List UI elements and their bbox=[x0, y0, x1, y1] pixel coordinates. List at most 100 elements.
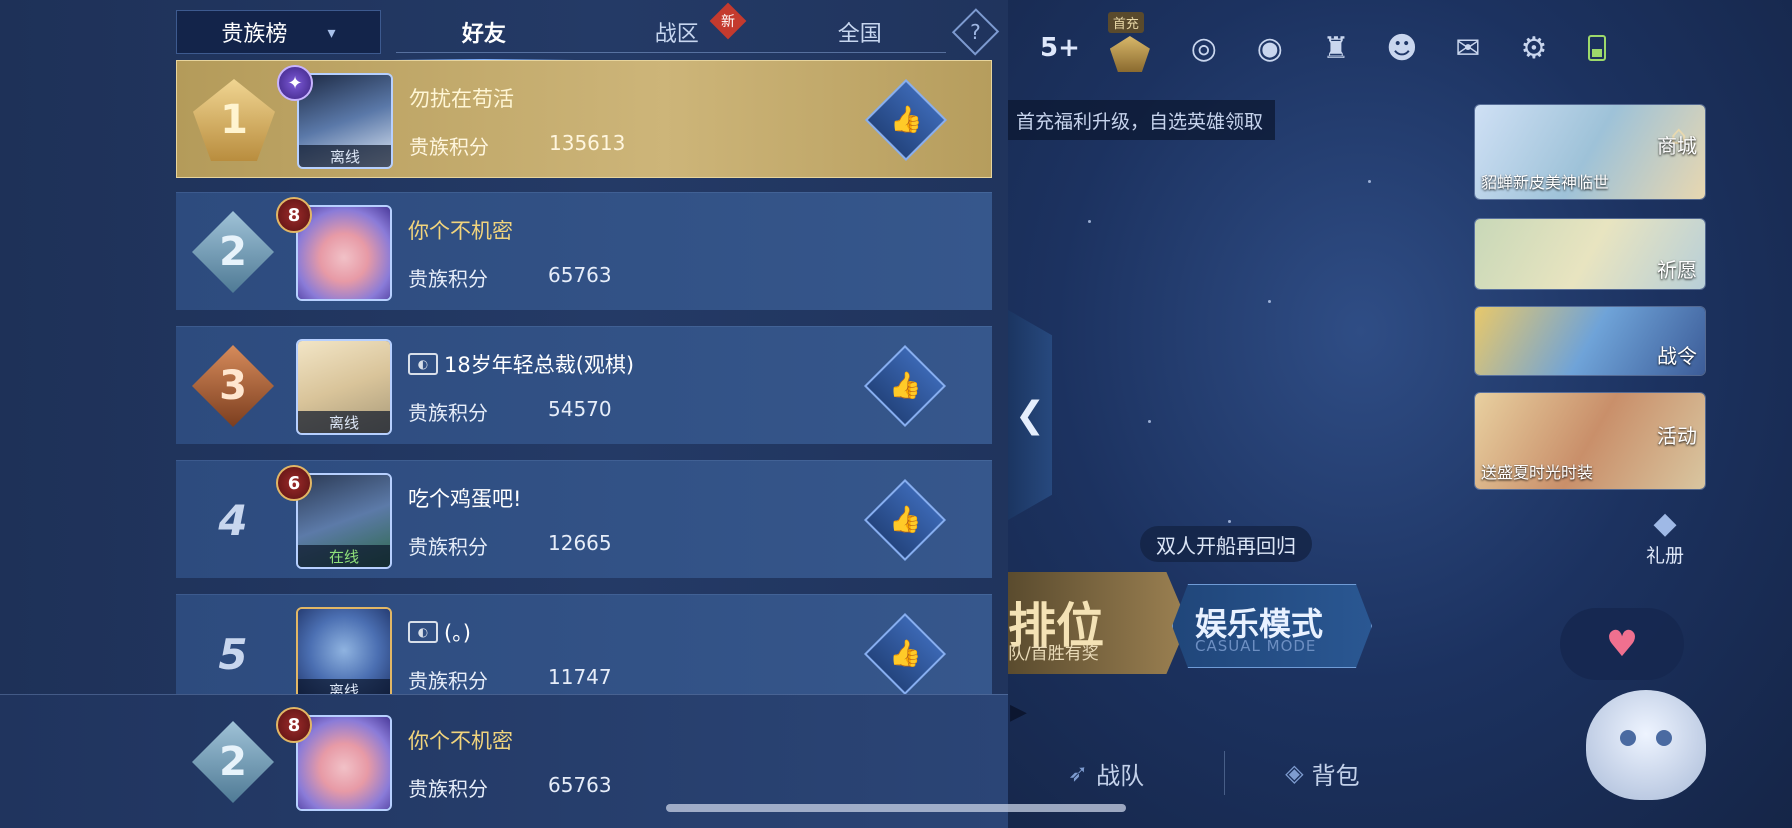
tab-friends[interactable]: 好友 bbox=[392, 16, 575, 62]
board-type-dropdown[interactable]: 贵族榜 ▾ bbox=[176, 10, 381, 54]
gear-icon[interactable]: ⚙ bbox=[1512, 26, 1556, 70]
divider bbox=[1224, 751, 1226, 795]
star bbox=[1148, 420, 1151, 423]
leaderboard-tabs: 贵族榜 ▾ 好友 战区 新 全国 ? bbox=[176, 2, 1000, 62]
first-charge-button[interactable]: 首充 bbox=[1102, 12, 1160, 78]
score-label: 贵族积分 bbox=[408, 777, 488, 801]
score-label: 贵族积分 bbox=[409, 135, 489, 159]
rank-badge: 2 bbox=[192, 211, 274, 293]
player-name: 吃个鸡蛋吧! bbox=[408, 487, 522, 511]
mail-icon[interactable]: ✉ bbox=[1446, 26, 1490, 70]
score-label: 贵族积分 bbox=[408, 535, 488, 559]
like-button[interactable]: 👍 bbox=[863, 612, 947, 696]
first-charge-icon bbox=[1109, 36, 1150, 72]
avatar[interactable]: 离线 bbox=[296, 607, 392, 696]
friends-icon[interactable]: ☻ bbox=[1380, 26, 1424, 70]
new-badge: 新 bbox=[709, 2, 747, 40]
chevron-left-icon: ❮ bbox=[1014, 394, 1046, 436]
leaderboard-row[interactable]: 5 离线 ◐ (。) 贵族积分 11747 👍 bbox=[176, 594, 992, 696]
team-label: 战队 bbox=[1096, 761, 1145, 790]
tab-zone[interactable]: 战区 新 bbox=[633, 2, 747, 48]
heart-icon: ♥ bbox=[1605, 623, 1639, 665]
rank-badge: 1 bbox=[193, 79, 275, 161]
trophy-icon[interactable]: ♜ bbox=[1314, 26, 1358, 70]
player-name: ◐ (。) bbox=[408, 617, 471, 647]
shop-card[interactable]: ⌂ 貂蝉新皮美神临世 商城 bbox=[1474, 104, 1706, 200]
star bbox=[1268, 300, 1271, 303]
status-label: 离线 bbox=[298, 411, 390, 433]
avatar-image bbox=[298, 207, 390, 299]
first-charge-label: 首充 bbox=[1107, 12, 1144, 33]
score-value: 65763 bbox=[548, 773, 612, 797]
team-tab[interactable]: ➶ 战队 bbox=[1068, 756, 1144, 791]
event-card[interactable]: 送盛夏时光时装 活动 bbox=[1474, 392, 1706, 490]
score-label: 贵族积分 bbox=[408, 267, 488, 291]
leaderboard-panel: 贵族榜 ▾ 好友 战区 新 全国 ? 1 离线 ✦ 勿扰在苟活 贵族积分 135… bbox=[0, 0, 1008, 828]
eye-icon[interactable]: ◉ bbox=[1248, 26, 1292, 70]
casual-mode-button[interactable]: 娱乐模式 CASUAL MODE bbox=[1172, 584, 1372, 668]
rank-number: 4 bbox=[218, 495, 248, 545]
player-name: 你个不机密 bbox=[408, 219, 513, 243]
score-label: 贵族积分 bbox=[408, 401, 488, 425]
score-label: 贵族积分 bbox=[408, 669, 488, 693]
star bbox=[1228, 520, 1231, 523]
tabs-underline bbox=[396, 52, 946, 53]
leaderboard-row[interactable]: 2 8 你个不机密 贵族积分 65763 bbox=[176, 192, 992, 310]
help-icon[interactable]: ? bbox=[951, 8, 1000, 56]
leaderboard-row[interactable]: 4 在线 6 吃个鸡蛋吧! 贵族积分 12665 👍 bbox=[176, 460, 992, 578]
status-label: 离线 bbox=[299, 145, 391, 167]
like-button[interactable]: 👍 bbox=[863, 478, 947, 562]
player-name: ◐ 18岁年轻总裁(观棋) bbox=[408, 349, 634, 379]
chevron-down-icon: ▾ bbox=[327, 22, 336, 42]
leaderboard-row[interactable]: 1 离线 ✦ 勿扰在苟活 贵族积分 135613 👍 bbox=[176, 60, 992, 178]
duo-event-tag[interactable]: 双人开船再回归 bbox=[1140, 526, 1312, 562]
wish-card[interactable]: 祈愿 bbox=[1474, 218, 1706, 290]
thumbs-up-icon: 👍 bbox=[888, 371, 922, 401]
shop-subtitle: 貂蝉新皮美神临世 bbox=[1481, 173, 1610, 192]
home-indicator[interactable] bbox=[666, 804, 1126, 812]
target-icon[interactable]: ◎ bbox=[1182, 26, 1226, 70]
spectate-icon: ◐ bbox=[408, 353, 438, 375]
score-value: 54570 bbox=[548, 397, 612, 421]
collapse-panel-button[interactable]: ❮ bbox=[1008, 310, 1052, 520]
arrow-right-icon: ▶ bbox=[1010, 700, 1027, 725]
score-value: 12665 bbox=[548, 531, 612, 555]
mascot-eye bbox=[1620, 730, 1636, 746]
heart-bubble[interactable]: ♥ bbox=[1560, 608, 1684, 680]
like-button[interactable]: 👍 bbox=[863, 344, 947, 428]
like-button[interactable]: 👍 bbox=[864, 78, 948, 162]
avatar-image bbox=[298, 717, 390, 809]
status-label: 在线 bbox=[298, 545, 390, 567]
score-value: 11747 bbox=[548, 665, 612, 689]
player-name: 你个不机密 bbox=[408, 729, 513, 753]
promo-banner[interactable]: 首充福利升级，自选英雄领取 bbox=[1004, 100, 1276, 140]
mascot-eye bbox=[1656, 730, 1672, 746]
pass-label: 战令 bbox=[1657, 344, 1697, 368]
avatar[interactable]: 离线 bbox=[296, 339, 392, 435]
pass-card[interactable]: 战令 bbox=[1474, 306, 1706, 376]
bag-tab[interactable]: ◈ 背包 bbox=[1285, 756, 1359, 791]
level-badge: 8 bbox=[276, 707, 312, 743]
bag-label: 背包 bbox=[1311, 761, 1360, 790]
player-name: 勿扰在苟活 bbox=[409, 87, 514, 111]
shop-label: 商城 bbox=[1657, 134, 1697, 158]
rank-star-badge: ✦ bbox=[277, 65, 313, 101]
top-icon-bar: 5+ 首充 ◎ ◉ ♜ ☻ ✉ ⚙ bbox=[1040, 12, 1606, 78]
rank-badge: 2 bbox=[192, 721, 274, 803]
star bbox=[1368, 180, 1371, 183]
tab-national[interactable]: 全国 bbox=[821, 16, 899, 48]
event-label: 活动 bbox=[1657, 424, 1697, 448]
plus-count[interactable]: 5+ bbox=[1040, 33, 1080, 63]
ranked-button[interactable]: 排位 队/首胜有奖 bbox=[1008, 572, 1188, 674]
score-value: 135613 bbox=[549, 131, 626, 155]
leaderboard-row[interactable]: 3 离线 ◐ 18岁年轻总裁(观棋) 贵族积分 54570 👍 bbox=[176, 326, 992, 444]
leaderboard-list[interactable]: 1 离线 ✦ 勿扰在苟活 贵族积分 135613 👍 2 8 你个不机密 贵族积… bbox=[176, 60, 992, 696]
gift-button[interactable]: ◆ 礼册 bbox=[1646, 506, 1684, 568]
gift-icon: ◆ bbox=[1653, 506, 1677, 541]
event-subtitle: 送盛夏时光时装 bbox=[1481, 463, 1594, 482]
battery-icon bbox=[1587, 35, 1606, 61]
gift-label: 礼册 bbox=[1646, 545, 1685, 567]
ranked-sub: 队/首胜有奖 bbox=[1008, 644, 1099, 664]
casual-sub: CASUAL MODE bbox=[1195, 637, 1317, 655]
dropdown-label: 贵族榜 bbox=[221, 22, 288, 47]
